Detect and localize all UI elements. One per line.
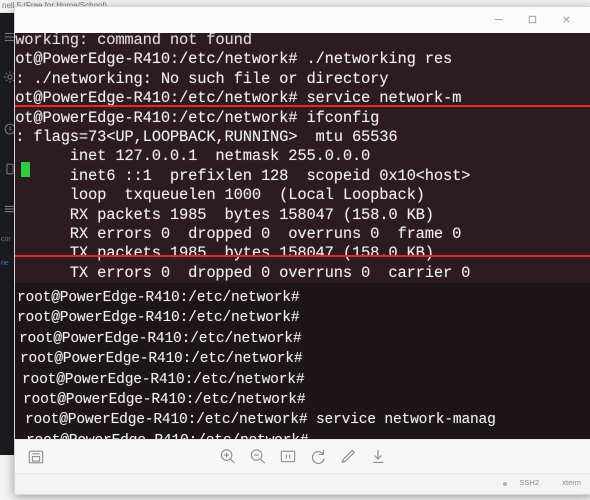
edit-pen-icon[interactable] bbox=[339, 447, 358, 466]
screenshot-content: etworking: command not found root@PowerE… bbox=[15, 33, 590, 460]
zoom-out-icon[interactable] bbox=[249, 447, 268, 466]
rotate-icon[interactable] bbox=[309, 447, 328, 466]
terminal-line: root@PowerEdge-R410:/etc/network# ./netw… bbox=[15, 50, 453, 69]
terminal-line: inet6 ::1 prefixlen 128 scopeid 0x10<hos… bbox=[15, 166, 471, 185]
terminal-type-label: xterm bbox=[562, 478, 581, 487]
connection-status-dot bbox=[503, 482, 507, 486]
displayed-screenshot[interactable]: etworking: command not found root@PowerE… bbox=[15, 33, 590, 460]
terminal-line: loop txqueuelen 1000 (Local Loopback) bbox=[15, 186, 425, 205]
viewer-titlebar[interactable] bbox=[15, 7, 590, 34]
terminal-line: su: ./networking: No such file or direct… bbox=[15, 69, 389, 88]
close-button[interactable] bbox=[551, 7, 581, 32]
screen-root: 1.0 idf io i io i sw sw 1.1 nag bbox=[0, 0, 590, 500]
terminal-line: etworking: command not found bbox=[15, 33, 252, 49]
terminal-line: RX packets 1985 bytes 158047 (158.0 KB) bbox=[15, 205, 434, 224]
terminal-line: root@PowerEdge-R410:/etc/network# bbox=[20, 351, 303, 368]
viewer-toolbar bbox=[15, 439, 590, 474]
minimize-button[interactable] bbox=[483, 7, 513, 32]
image-viewer-window: etworking: command not found root@PowerE… bbox=[14, 6, 590, 495]
terminal-line: root@PowerEdge-R410:/etc/network# bbox=[17, 310, 300, 327]
terminal-line: root@PowerEdge-R410:/etc/network# servic… bbox=[15, 89, 462, 108]
terminal-lower-region: root@PowerEdge-R410:/etc/network# root@P… bbox=[15, 283, 590, 460]
toolbar-button-group bbox=[219, 447, 388, 466]
maximize-button[interactable] bbox=[517, 7, 547, 32]
sidebar-label: cor bbox=[1, 236, 11, 243]
terminal-line: lo: flags=73<UP,LOOPBACK,RUNNING> mtu 65… bbox=[15, 127, 398, 146]
terminal-line: inet 127.0.0.1 netmask 255.0.0.0 bbox=[15, 147, 371, 166]
protocol-label: SSH2 bbox=[519, 478, 539, 487]
actual-size-icon[interactable] bbox=[279, 447, 298, 466]
viewer-statusbar: SSH2 xterm bbox=[15, 473, 590, 494]
save-icon[interactable] bbox=[27, 448, 45, 466]
download-icon[interactable] bbox=[369, 447, 388, 466]
terminal-upper-region: etworking: command not found root@PowerE… bbox=[15, 33, 590, 284]
terminal-cursor-block bbox=[21, 162, 30, 177]
sidebar-label: rie bbox=[1, 260, 9, 267]
terminal-line: root@PowerEdge-R410:/etc/network# bbox=[22, 371, 305, 388]
terminal-line: root@PowerEdge-R410:/etc/network# bbox=[17, 290, 300, 307]
terminal-line: TX packets 1985 bytes 158047 (158.0 KB) bbox=[15, 244, 434, 263]
terminal-line: root@PowerEdge-R410:/etc/network# ifconf… bbox=[15, 108, 380, 127]
terminal-line: TX errors 0 dropped 0 overruns 0 carrier… bbox=[15, 263, 471, 282]
zoom-in-icon[interactable] bbox=[219, 447, 238, 466]
terminal-line: root@PowerEdge-R410:/etc/network# servic… bbox=[25, 412, 496, 429]
terminal-line: RX errors 0 dropped 0 overruns 0 frame 0 bbox=[15, 224, 462, 243]
terminal-line: root@PowerEdge-R410:/etc/network# bbox=[19, 330, 302, 347]
terminal-line: root@PowerEdge-R410:/etc/network# bbox=[23, 392, 306, 409]
